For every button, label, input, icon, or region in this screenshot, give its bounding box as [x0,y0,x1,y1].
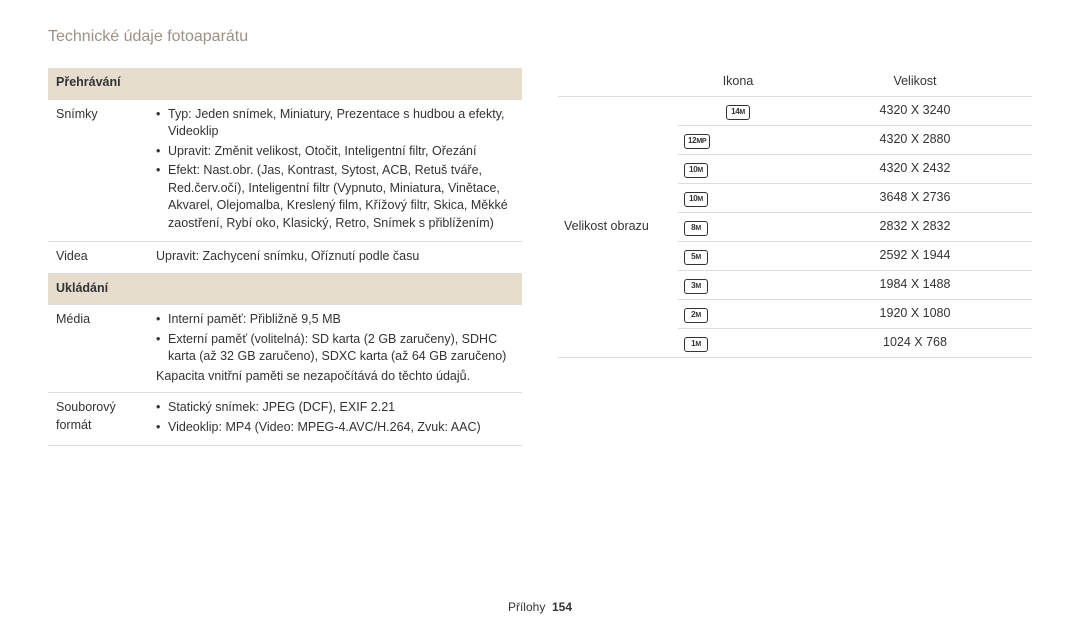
size-icon: 12MP [678,125,798,154]
footer-page: 154 [552,600,572,614]
mp-icon: 1M [684,337,708,352]
fileformat-still: Statický snímek: JPEG (DCF), EXIF 2.21 [156,399,514,417]
mp-icon: 3M [684,279,708,294]
media-note: Kapacita vnitřní paměti se nezapočítává … [156,368,514,386]
label-fileformat: Souborový formát [48,393,148,446]
mp-icon: 12MP [684,134,710,149]
images-type: Typ: Jeden snímek, Miniatury, Prezentace… [156,106,514,141]
section-storage: Ukládání [48,273,522,305]
size-icon: 2M [678,299,798,328]
size-value: 4320 X 3240 [798,96,1032,125]
size-icon: 14M [678,96,798,125]
mp-icon: 10M [684,192,708,207]
right-column: Ikona Velikost Velikost obrazu 14M 4320 X … [558,68,1032,446]
size-table: Ikona Velikost Velikost obrazu 14M 4320 X … [558,68,1032,358]
col-size: Velikost [798,68,1032,96]
images-effect: Efekt: Nast.obr. (Jas, Kontrast, Sytost,… [156,162,514,232]
mp-icon: 14M [726,105,750,120]
size-value: 4320 X 2880 [798,125,1032,154]
mp-icon: 2M [684,308,708,323]
label-media: Média [48,305,148,393]
size-value: 4320 X 2432 [798,154,1032,183]
size-value: 1984 X 1488 [798,270,1032,299]
media-external: Externí paměť (volitelná): SD karta (2 G… [156,331,514,366]
size-icon: 10M [678,183,798,212]
fileformat-video: Videoklip: MP4 (Video: MPEG-4.AVC/H.264,… [156,419,514,437]
label-videos: Videa [48,242,148,274]
media-internal: Interní paměť: Přibližně 9,5 MB [156,311,514,329]
spec-table-left: Přehrávání Snímky Typ: Jeden snímek, Min… [48,68,522,446]
size-value: 2832 X 2832 [798,212,1032,241]
mp-icon: 5M [684,250,708,265]
footer-section: Přílohy [508,600,545,614]
label-images: Snímky [48,99,148,242]
page-title: Technické údaje fotoaparátu [48,28,1032,46]
mp-icon: 8M [684,221,708,236]
section-playback: Přehrávání [48,68,522,99]
size-icon: 5M [678,241,798,270]
left-column: Přehrávání Snímky Typ: Jeden snímek, Min… [48,68,522,446]
size-value: 1024 X 768 [798,328,1032,357]
size-icon: 3M [678,270,798,299]
page-footer: Přílohy 154 [0,600,1080,614]
col-icon: Ikona [678,68,798,96]
videos-value: Upravit: Zachycení snímku, Oříznutí podl… [148,242,522,274]
size-value: 1920 X 1080 [798,299,1032,328]
size-icon: 1M [678,328,798,357]
images-edit: Upravit: Změnit velikost, Otočit, Inteli… [156,143,514,161]
size-value: 2592 X 1944 [798,241,1032,270]
size-value: 3648 X 2736 [798,183,1032,212]
mp-icon: 10M [684,163,708,178]
label-image-size: Velikost obrazu [558,96,678,357]
size-icon: 10M [678,154,798,183]
size-icon: 8M [678,212,798,241]
